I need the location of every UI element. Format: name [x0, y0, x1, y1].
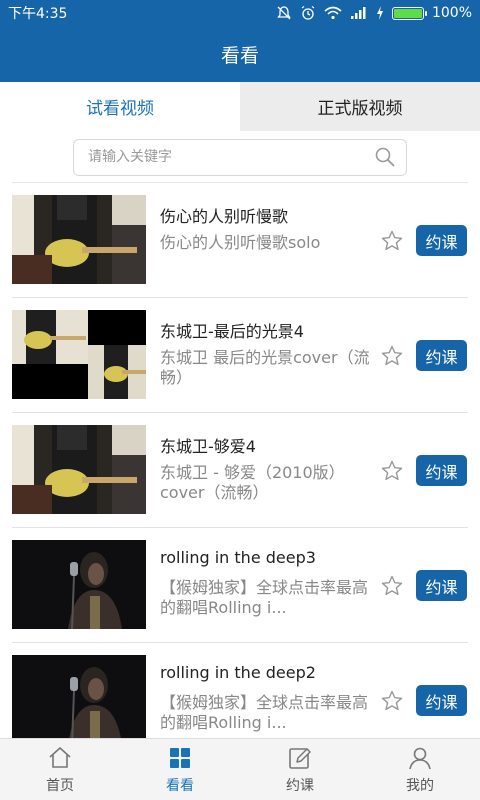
- search-icon[interactable]: [374, 146, 396, 168]
- edit-icon: [289, 747, 311, 769]
- favorite-star-icon[interactable]: [380, 574, 404, 598]
- video-title[interactable]: 东城卫-最后的光景4: [160, 318, 304, 342]
- video-list-item[interactable]: rolling in the deep2 【猴姆独家】全球点击率最高的翻唱Roll…: [12, 643, 468, 738]
- video-thumbnail[interactable]: [12, 540, 146, 629]
- page-title: 看看: [220, 44, 259, 67]
- charging-icon: [376, 6, 383, 20]
- bottom-nav: 首页 看看 约课 我的: [0, 738, 480, 800]
- video-description: 伤心的人别听慢歌solo: [160, 233, 321, 252]
- status-bar: 下午4:35 100%: [0, 0, 480, 26]
- signal-icon: [350, 7, 366, 19]
- video-title[interactable]: rolling in the deep2: [160, 663, 316, 682]
- favorite-star-icon[interactable]: [380, 689, 404, 713]
- status-icons: 100%: [276, 5, 472, 21]
- video-title[interactable]: rolling in the deep3: [160, 548, 316, 567]
- nav-home[interactable]: 首页: [0, 739, 120, 800]
- nav-watch-label: 看看: [166, 777, 194, 794]
- nav-mine[interactable]: 我的: [360, 739, 480, 800]
- status-time: 下午4:35: [8, 6, 68, 22]
- video-list-item[interactable]: 东城卫-够爱4 东城卫 - 够爱（2010版）cover（流畅） 约课: [12, 413, 468, 528]
- home-icon: [49, 746, 71, 768]
- book-lesson-button[interactable]: 约课: [416, 455, 467, 486]
- battery-percent: 100%: [431, 5, 472, 21]
- video-list: 伤心的人别听慢歌 伤心的人别听慢歌solo 约课 东城卫-最后的光景4 东城卫 最后的光…: [0, 183, 480, 738]
- alarm-icon: [301, 5, 315, 20]
- app-bar: 看看: [0, 26, 480, 82]
- favorite-star-icon[interactable]: [380, 459, 404, 483]
- search-box: [73, 138, 407, 176]
- book-lesson-button[interactable]: 约课: [416, 225, 467, 256]
- video-list-item[interactable]: rolling in the deep3 【猴姆独家】全球点击率最高的翻唱Roll…: [12, 528, 468, 643]
- search-input[interactable]: [88, 149, 374, 165]
- video-description: 【猴姆独家】全球点击率最高的翻唱Rolling i...: [160, 693, 369, 732]
- wifi-icon: [324, 6, 342, 20]
- video-thumbnail[interactable]: [12, 310, 146, 399]
- grid-icon: [170, 747, 190, 768]
- video-description: 东城卫 - 够爱（2010版）cover（流畅）: [160, 463, 345, 502]
- book-lesson-button[interactable]: 约课: [416, 570, 467, 601]
- video-description: 【猴姆独家】全球点击率最高的翻唱Rolling i...: [160, 578, 369, 617]
- favorite-star-icon[interactable]: [380, 229, 404, 253]
- nav-book[interactable]: 约课: [240, 739, 360, 800]
- mute-icon: [277, 6, 291, 20]
- book-lesson-button[interactable]: 约课: [416, 685, 467, 716]
- video-title[interactable]: 东城卫-够爱4: [160, 433, 256, 457]
- video-description: 东城卫 最后的光景cover（流畅）: [160, 348, 370, 387]
- video-thumbnail[interactable]: [12, 425, 146, 514]
- tab-trial-videos[interactable]: 试看视频: [0, 82, 240, 131]
- nav-home-label: 首页: [46, 777, 74, 794]
- battery-icon: [391, 6, 427, 20]
- video-list-item[interactable]: 伤心的人别听慢歌伤心的人别听慢歌solo 约课: [12, 183, 468, 298]
- nav-mine-label: 我的: [406, 777, 434, 794]
- book-lesson-button[interactable]: 约课: [416, 340, 467, 371]
- favorite-star-icon[interactable]: [380, 344, 404, 368]
- tab-full-videos[interactable]: 正式版视频: [240, 82, 480, 131]
- nav-book-label: 约课: [286, 777, 314, 794]
- video-thumbnail[interactable]: [12, 655, 146, 738]
- video-list-item[interactable]: 东城卫-最后的光景4 东城卫 最后的光景cover（流畅） 约课: [12, 298, 468, 413]
- nav-watch[interactable]: 看看: [120, 739, 240, 800]
- video-thumbnail[interactable]: [12, 195, 146, 284]
- search-bar: [0, 131, 480, 183]
- user-icon: [409, 747, 431, 769]
- video-title[interactable]: 伤心的人别听慢歌: [160, 203, 288, 227]
- video-tabs: 试看视频 正式版视频: [0, 82, 480, 131]
